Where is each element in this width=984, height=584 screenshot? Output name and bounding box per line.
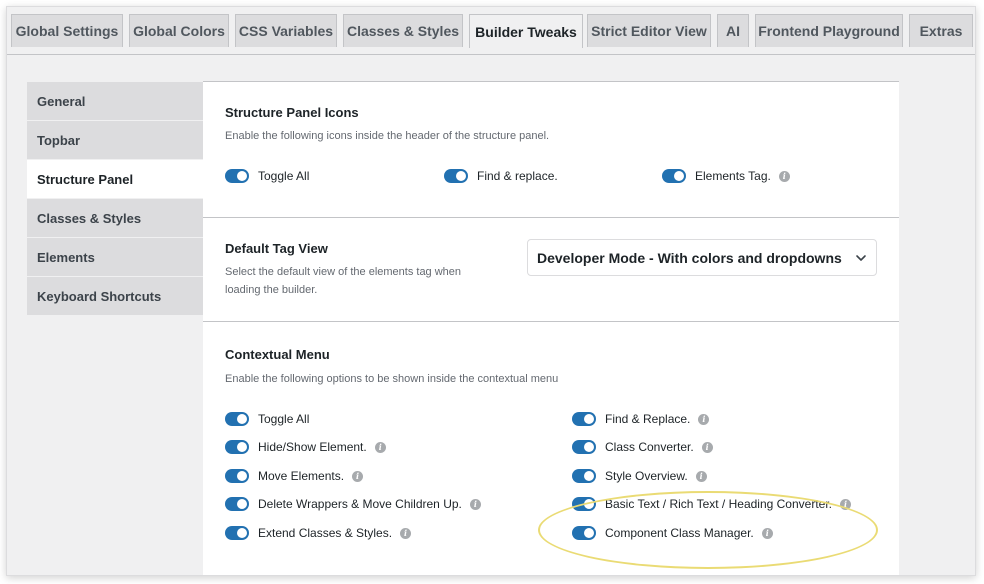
structure-panel-icons-section: Structure Panel Icons Enable the followi… (203, 82, 899, 218)
option-label: Delete Wrappers & Move Children Up. (258, 497, 462, 511)
find-replace-icon-option[interactable]: Find & replace. (444, 167, 558, 185)
settings-panel: Structure Panel Icons Enable the followi… (203, 81, 899, 575)
toggle-switch[interactable] (225, 497, 249, 511)
toggle-switch[interactable] (572, 440, 596, 454)
settings-window: Global Settings Global Colors CSS Variab… (6, 6, 976, 576)
section-description: Enable the following icons inside the he… (225, 130, 550, 142)
info-icon[interactable]: i (374, 441, 386, 453)
default-tag-view-select[interactable]: Developer Mode - With colors and dropdow… (527, 239, 877, 276)
option-label: Hide/Show Element. (258, 440, 367, 454)
toggle-switch[interactable] (572, 497, 596, 511)
option-label: Style Overview. (605, 469, 688, 483)
toggle-switch[interactable] (225, 469, 249, 483)
toggle-switch[interactable] (225, 169, 249, 183)
tab-strict-editor-view[interactable]: Strict Editor View (587, 14, 711, 47)
elements-tag-icon-option[interactable]: Elements Tag. i (662, 167, 790, 185)
tab-extras[interactable]: Extras (909, 14, 973, 47)
style-overview-option[interactable]: Style Overview. i (572, 467, 707, 485)
description-line: loading the builder. (225, 284, 318, 296)
section-title: Structure Panel Icons (225, 105, 359, 120)
section-description: Select the default view of the elements … (225, 263, 461, 299)
class-converter-option[interactable]: Class Converter. i (572, 438, 713, 456)
option-label: Find & Replace. (605, 412, 691, 426)
option-label: Basic Text / Rich Text / Heading Convert… (605, 497, 832, 511)
toggle-switch[interactable] (572, 412, 596, 426)
hide-show-element-option[interactable]: Hide/Show Element. i (225, 438, 386, 456)
toggle-switch[interactable] (572, 526, 596, 540)
move-elements-option[interactable]: Move Elements. i (225, 467, 364, 485)
chevron-down-icon (856, 255, 866, 261)
sidebar-item-classes-styles[interactable]: Classes & Styles (27, 199, 203, 238)
delete-wrappers-option[interactable]: Delete Wrappers & Move Children Up. i (225, 495, 481, 513)
component-class-manager-option[interactable]: Component Class Manager. i (572, 524, 773, 542)
section-description: Enable the following options to be shown… (225, 373, 559, 385)
option-label: Find & replace. (477, 169, 558, 183)
option-label: Move Elements. (258, 469, 345, 483)
tab-classes-styles[interactable]: Classes & Styles (343, 14, 463, 47)
toggle-switch[interactable] (225, 526, 249, 540)
select-value: Developer Mode - With colors and dropdow… (537, 249, 842, 266)
info-icon[interactable]: i (778, 170, 790, 182)
tab-divider (7, 54, 975, 55)
info-icon[interactable]: i (352, 470, 364, 482)
section-title: Contextual Menu (225, 347, 330, 362)
info-icon[interactable]: i (400, 527, 412, 539)
tab-frontend-playground[interactable]: Frontend Playground (755, 14, 903, 47)
toggle-switch[interactable] (225, 440, 249, 454)
option-label: Toggle All (258, 169, 310, 183)
section-title: Default Tag View (225, 241, 328, 256)
tab-global-settings[interactable]: Global Settings (11, 14, 123, 47)
settings-sidebar: General Topbar Structure Panel Classes &… (27, 82, 203, 316)
contextual-menu-section: Contextual Menu Enable the following opt… (203, 322, 899, 575)
toggle-switch[interactable] (572, 469, 596, 483)
description-line: Select the default view of the elements … (225, 266, 462, 278)
option-label: Component Class Manager. (605, 526, 754, 540)
option-label: Toggle All (258, 412, 310, 426)
info-icon[interactable]: i (695, 470, 707, 482)
tab-css-variables[interactable]: CSS Variables (235, 14, 337, 47)
toggle-switch[interactable] (225, 412, 249, 426)
toggle-switch[interactable] (444, 169, 468, 183)
info-icon[interactable]: i (469, 498, 481, 510)
sidebar-item-keyboard-shortcuts[interactable]: Keyboard Shortcuts (27, 277, 203, 316)
tab-global-colors[interactable]: Global Colors (129, 14, 229, 47)
sidebar-item-elements[interactable]: Elements (27, 238, 203, 277)
toggle-all-icons-option[interactable]: Toggle All (225, 167, 309, 185)
top-tab-bar: Global Settings Global Colors CSS Variab… (7, 14, 975, 55)
option-label: Extend Classes & Styles. (258, 526, 393, 540)
tab-ai[interactable]: AI (717, 14, 749, 47)
info-icon[interactable]: i (701, 441, 713, 453)
info-icon[interactable]: i (761, 527, 773, 539)
tab-builder-tweaks[interactable]: Builder Tweaks (469, 14, 583, 48)
info-icon[interactable]: i (840, 498, 851, 510)
contextual-toggle-all-option[interactable]: Toggle All (225, 410, 309, 428)
option-label: Elements Tag. (695, 169, 771, 183)
sidebar-item-general[interactable]: General (27, 82, 203, 121)
option-label: Class Converter. (605, 440, 694, 454)
find-replace-option[interactable]: Find & Replace. i (572, 410, 710, 428)
sidebar-item-structure-panel[interactable]: Structure Panel (27, 160, 203, 199)
toggle-switch[interactable] (662, 169, 686, 183)
extend-classes-styles-option[interactable]: Extend Classes & Styles. i (225, 524, 412, 542)
sidebar-item-topbar[interactable]: Topbar (27, 121, 203, 160)
default-tag-view-section: Default Tag View Select the default view… (203, 218, 899, 322)
text-converter-option[interactable]: Basic Text / Rich Text / Heading Convert… (572, 495, 851, 513)
info-icon[interactable]: i (698, 413, 710, 425)
